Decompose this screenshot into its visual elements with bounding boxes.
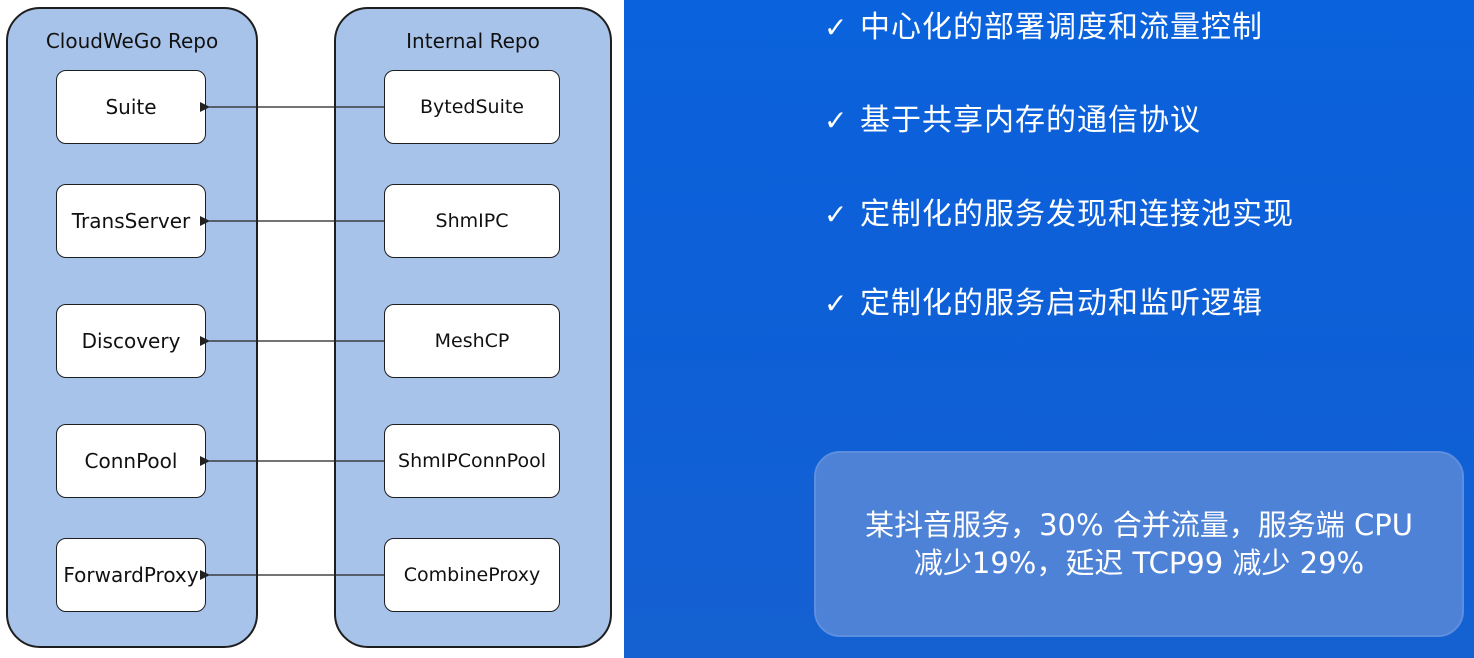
feature-text: 基于共享内存的通信协议 [860,103,1201,138]
feature-item: ✓ 定制化的服务启动和监听逻辑 [824,278,1263,322]
suite-box: Suite [56,70,206,144]
discovery-box: Discovery [56,304,206,378]
combineproxy-box: CombineProxy [384,538,560,612]
cloudwego-repo-title: CloudWeGo Repo [45,29,219,53]
feature-text: 定制化的服务启动和监听逻辑 [860,286,1263,321]
feature-item: ✓ 基于共享内存的通信协议 [824,95,1201,139]
feature-text: 定制化的服务发现和连接池实现 [860,197,1294,232]
meshcp-box: MeshCP [384,304,560,378]
internal-repo-title: Internal Repo [406,29,540,53]
check-icon: ✓ [824,104,849,137]
feature-item: ✓ 中心化的部署调度和流量控制 [824,2,1263,46]
callout-line-1: 某抖音服务，30% 合并流量，服务端 CPU [865,508,1413,542]
callout-line-2: 减少19%，延迟 TCP99 减少 29% [913,546,1365,580]
shmipc-box: ShmIPC [384,184,560,258]
check-icon: ✓ [824,11,849,44]
forwardproxy-box: ForwardProxy [56,538,206,612]
result-callout: 某抖音服务，30% 合并流量，服务端 CPU 减少19%，延迟 TCP99 减少… [814,451,1464,637]
feature-item: ✓ 定制化的服务发现和连接池实现 [824,189,1294,233]
feature-text: 中心化的部署调度和流量控制 [860,10,1263,45]
shmipconnpool-box: ShmIPConnPool [384,424,560,498]
slide-panel: ✓ 中心化的部署调度和流量控制 ✓ 基于共享内存的通信协议 ✓ 定制化的服务发现和连接… [624,0,1474,658]
check-icon: ✓ [824,287,849,320]
architecture-diagram: CloudWeGo Repo Internal Repo Suite Trans… [0,0,624,658]
bytedsuite-box: BytedSuite [384,70,560,144]
transserver-box: TransServer [56,184,206,258]
check-icon: ✓ [824,198,849,231]
connpool-box: ConnPool [56,424,206,498]
